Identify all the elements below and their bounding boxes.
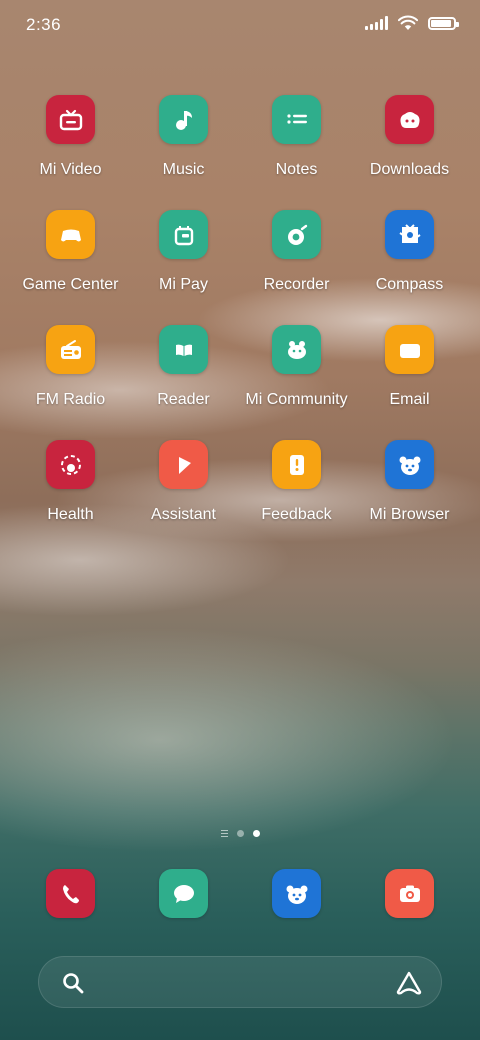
app-label: Compass xyxy=(375,276,444,293)
app-label: Feedback xyxy=(261,506,332,523)
gamepad-icon xyxy=(46,210,95,259)
phone-icon xyxy=(46,869,95,918)
search-bar[interactable] xyxy=(38,956,442,1008)
battery-level xyxy=(431,19,451,27)
app-label: Mi Pay xyxy=(159,276,208,293)
camera-icon xyxy=(385,869,434,918)
app-compass[interactable]: Compass xyxy=(353,210,466,294)
download-cloud-icon xyxy=(385,95,434,144)
dock-camera[interactable] xyxy=(353,869,466,918)
app-label: Music xyxy=(162,161,205,178)
browser-icon xyxy=(272,869,321,918)
status-bar: 2:36 xyxy=(0,0,480,50)
page-dot-active xyxy=(252,830,260,837)
app-mi-community[interactable]: Mi Community xyxy=(240,325,353,409)
search-icon[interactable] xyxy=(61,971,85,995)
menu-lines-icon xyxy=(220,830,228,837)
app-mi-video[interactable]: Mi Video xyxy=(14,95,127,179)
envelope-icon xyxy=(385,325,434,374)
status-time: 2:36 xyxy=(26,15,62,34)
app-assistant[interactable]: Assistant xyxy=(127,440,240,524)
app-label: Assistant xyxy=(151,506,216,523)
app-health[interactable]: Health xyxy=(14,440,127,524)
app-feedback[interactable]: Feedback xyxy=(240,440,353,524)
battery-icon xyxy=(428,16,459,30)
app-label: Health xyxy=(47,506,94,523)
health-icon xyxy=(46,440,95,489)
app-fm-radio[interactable]: FM Radio xyxy=(14,325,127,409)
app-recorder[interactable]: Recorder xyxy=(240,210,353,294)
app-label: Downloads xyxy=(369,161,450,178)
app-game-center[interactable]: Game Center xyxy=(14,210,127,294)
wallet-icon xyxy=(159,210,208,259)
app-music[interactable]: Music xyxy=(127,95,240,179)
app-label: Reader xyxy=(157,391,210,408)
record-icon xyxy=(272,210,321,259)
book-icon xyxy=(159,325,208,374)
radio-icon xyxy=(46,325,95,374)
app-label: Notes xyxy=(275,161,318,178)
app-grid: Mi Video Music Notes Downloads Game Cent… xyxy=(14,95,466,524)
app-label: Mi Video xyxy=(39,161,102,178)
app-label: FM Radio xyxy=(35,391,106,408)
wifi-icon xyxy=(398,15,418,30)
app-notes[interactable]: Notes xyxy=(240,95,353,179)
app-reader[interactable]: Reader xyxy=(127,325,240,409)
app-mi-pay[interactable]: Mi Pay xyxy=(127,210,240,294)
app-label: Mi Browser xyxy=(369,506,450,523)
community-icon xyxy=(272,325,321,374)
dock xyxy=(14,869,466,918)
compass-icon xyxy=(385,210,434,259)
dock-phone[interactable] xyxy=(14,869,127,918)
app-downloads[interactable]: Downloads xyxy=(353,95,466,179)
page-dot xyxy=(236,830,244,837)
app-mi-browser[interactable]: Mi Browser xyxy=(353,440,466,524)
dock-messages[interactable] xyxy=(127,869,240,918)
browser-icon xyxy=(385,440,434,489)
voice-assistant-icon[interactable] xyxy=(395,970,423,996)
app-label: Recorder xyxy=(263,276,330,293)
assistant-icon xyxy=(159,440,208,489)
music-note-icon xyxy=(159,95,208,144)
list-icon xyxy=(272,95,321,144)
tv-icon xyxy=(46,95,95,144)
app-label: Email xyxy=(389,391,430,408)
message-icon xyxy=(159,869,208,918)
page-indicator[interactable] xyxy=(0,830,480,837)
dock-browser[interactable] xyxy=(240,869,353,918)
app-label: Game Center xyxy=(22,276,119,293)
app-email[interactable]: Email xyxy=(353,325,466,409)
status-icons xyxy=(365,15,459,31)
app-label: Mi Community xyxy=(245,391,348,408)
signal-icon xyxy=(365,16,388,30)
feedback-icon xyxy=(272,440,321,489)
